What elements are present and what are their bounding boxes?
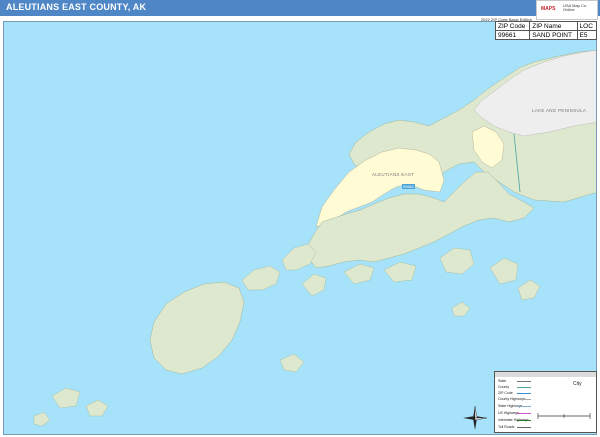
legend-item: State: [498, 379, 507, 383]
zip-table-header-cell: ZIP Name: [529, 21, 578, 31]
zip-name-cell: SAND POINT: [529, 30, 578, 40]
legend-item: County: [498, 385, 510, 389]
legend-line: [517, 381, 531, 382]
zip-code-cell: 99661: [494, 30, 531, 40]
zip-table-header: ZIP Code ZIP Name LOC: [494, 21, 598, 31]
compass-icon: [463, 405, 488, 430]
scale-bar-icon: [537, 413, 591, 419]
brand-logo: MAPS USA Map Co. Online: [536, 0, 598, 20]
legend-line: [517, 427, 531, 428]
legend-line: [517, 413, 531, 414]
legend-item: Toll Roads: [498, 425, 515, 429]
zip-table-header-cell: ZIP Code: [494, 21, 531, 31]
legend-item: ZIP Code: [498, 391, 513, 395]
logo-tagline: USA Map Co. Online: [563, 3, 588, 12]
map-title: ALEUTIANS EAST COUNTY, AK: [6, 2, 147, 12]
legend-line: [517, 393, 531, 394]
map-legend: State County ZIP Code County Highways St…: [494, 371, 597, 433]
legend-line: [517, 399, 531, 400]
zip-marker[interactable]: 99661: [402, 184, 416, 189]
title-bar: ALEUTIANS EAST COUNTY, AK: [0, 0, 600, 16]
legend-line: [517, 387, 531, 388]
zip-table-header-cell: LOC: [576, 21, 598, 31]
legend-header: [495, 372, 596, 377]
logo-brand: MAPS: [541, 6, 556, 12]
county-label-main: ALEUTIANS EAST: [372, 172, 415, 177]
map-page: ALEUTIANS EAST COUNTY, AK MAPS USA Map C…: [0, 0, 600, 437]
zip-loc-cell: E5: [576, 30, 598, 40]
legend-line: [517, 420, 531, 421]
legend-item: US Highways: [498, 411, 520, 415]
legend-city: City: [573, 381, 582, 387]
table-row: 99661 SAND POINT E5: [494, 30, 598, 40]
zip-table: ZIP Code ZIP Name LOC 99661 SAND POINT E…: [494, 21, 598, 40]
county-label-neighbor: LAKE AND PENINSULA: [532, 108, 587, 113]
legend-line: [517, 406, 531, 407]
